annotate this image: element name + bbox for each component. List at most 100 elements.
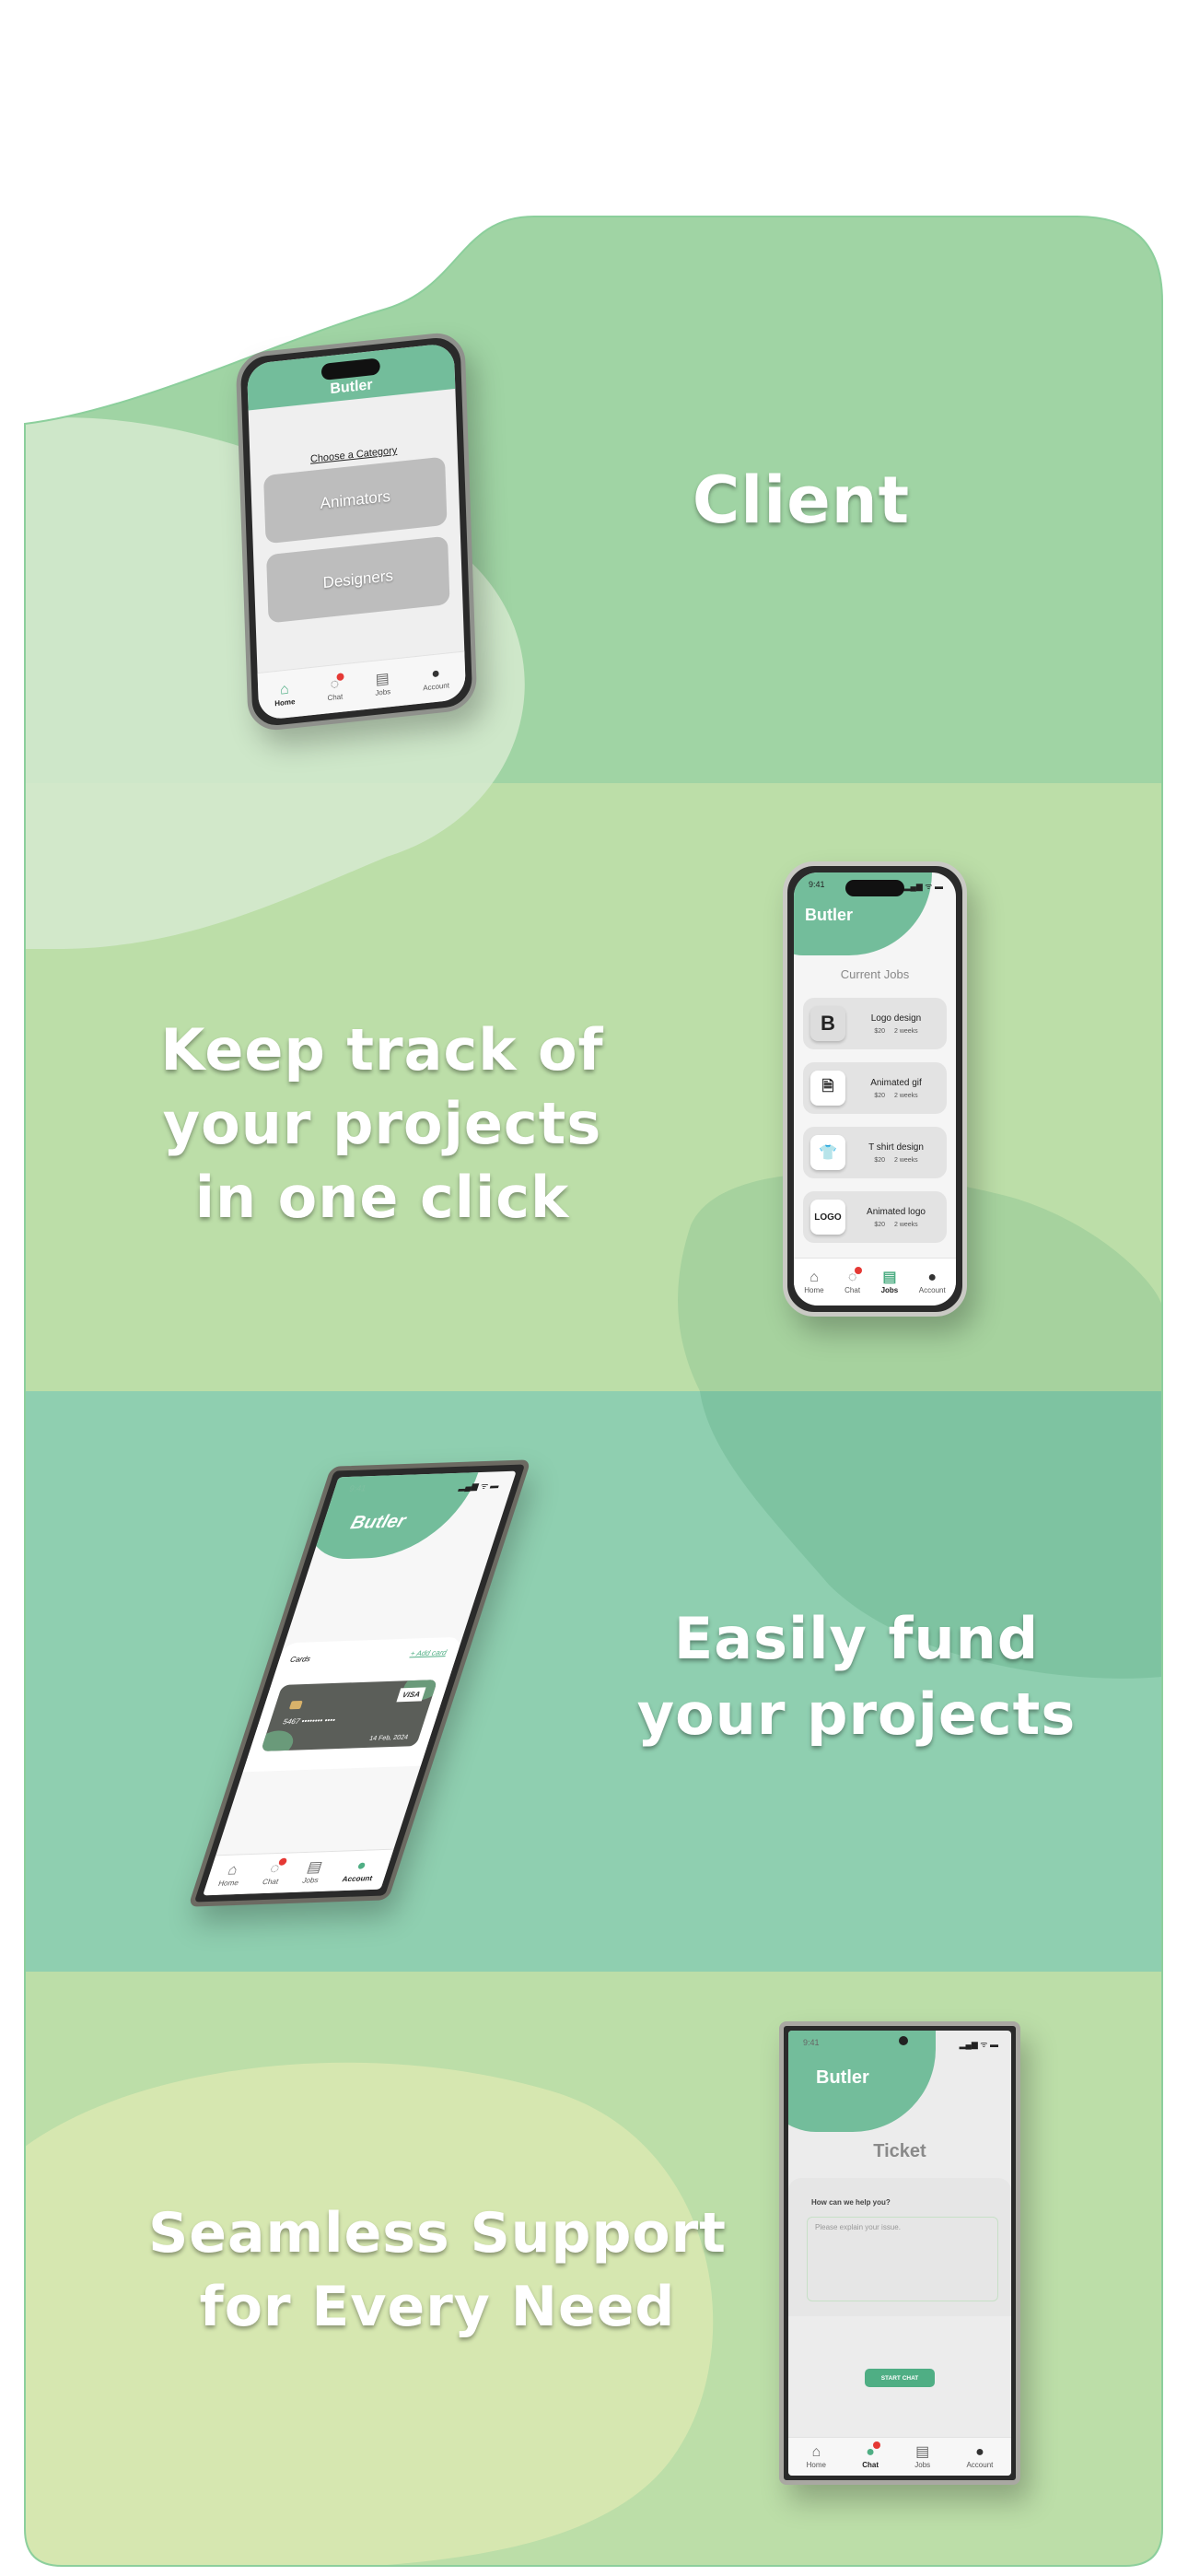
jobs-icon: ▤ [375, 671, 390, 688]
job-price: $20 [874, 1221, 885, 1228]
status-icons: ▂▄▆ ᯤ ▬ [959, 2040, 998, 2049]
phone-client: Butler Choose a Category Animators Desig… [235, 330, 478, 733]
job-price: $20 [874, 1156, 885, 1164]
account-icon: ● [975, 2444, 984, 2460]
ticket-title: Ticket [873, 2141, 926, 2161]
category-label: Designers [322, 567, 394, 592]
status-time: 9:41 [809, 880, 825, 889]
headline-fund: Easily fund your projects [608, 1601, 1105, 1752]
tab-account[interactable]: ● Account [422, 664, 449, 692]
card-number: 5467 •••••••• •••• [281, 1715, 337, 1727]
job-card[interactable]: B Logo design $20 2 weeks [803, 998, 947, 1049]
job-thumbnail: LOGO [810, 1200, 845, 1235]
jobs-icon: ▤ [882, 1270, 897, 1285]
job-thumbnail: B [810, 1006, 845, 1041]
tab-chat[interactable]: ◌ Chat [327, 673, 344, 703]
phone-jobs: 9:41 ▂▄▆ ᯤ ▬ Butler Current Jobs B Logo de… [783, 861, 967, 1317]
tab-label: Home [216, 1879, 240, 1888]
brand-title: Butler [816, 2067, 869, 2088]
home-icon: ⌂ [811, 2444, 821, 2460]
tab-label: Chat [327, 692, 344, 703]
job-name: T shirt design [868, 1142, 924, 1153]
tab-label: Chat [844, 1286, 861, 1294]
headline-line: Keep track of [160, 1016, 604, 1083]
headline-support: Seamless Support for Every Need [120, 2196, 755, 2344]
job-card[interactable]: 🗎 Animated gif $20 2 weeks [803, 1062, 947, 1114]
job-card[interactable]: LOGO Animated logo $20 2 weeks [803, 1191, 947, 1243]
issue-textarea[interactable]: Please explain your issue. [807, 2217, 998, 2301]
job-price: $20 [874, 1092, 885, 1099]
tab-bar: ⌂ Home ◌ Chat ▤ Jobs ● Account [203, 1848, 394, 1896]
category-label: Animators [320, 486, 391, 512]
tab-label: Chat [261, 1877, 280, 1887]
headline-track: Keep track of your projects in one click [111, 1013, 654, 1235]
card-decoration [260, 1729, 297, 1751]
tab-home[interactable]: ⌂ Home [804, 1270, 823, 1294]
headline-line: for Every Need [199, 2275, 676, 2339]
account-icon: ● [927, 1270, 938, 1285]
cards-label: Cards [288, 1655, 312, 1664]
visa-logo: VISA [396, 1687, 426, 1703]
tab-jobs[interactable]: ▤ Jobs [301, 1859, 325, 1885]
chat-icon: ◌ [267, 1857, 288, 1878]
job-duration: 2 weeks [894, 1156, 918, 1164]
tab-home[interactable]: ⌂ Home [274, 681, 295, 708]
brand-title: Butler [347, 1511, 409, 1534]
start-chat-button[interactable]: START CHAT [865, 2369, 935, 2387]
category-designers[interactable]: Designers [266, 535, 450, 624]
credit-card[interactable]: VISA 5467 •••••••• •••• 14 Feb, 2024 [260, 1680, 438, 1751]
job-duration: 2 weeks [894, 1027, 918, 1035]
tab-label: Account [423, 681, 450, 693]
tab-jobs[interactable]: ▤ Jobs [375, 671, 391, 697]
chat-icon: ◌ [848, 1267, 863, 1286]
add-card-link[interactable]: + Add card [409, 1648, 448, 1657]
tab-jobs[interactable]: ▤ Jobs [881, 1270, 899, 1294]
headline-line: Easily fund [673, 1605, 1040, 1672]
tab-jobs[interactable]: ▤ Jobs [914, 2444, 930, 2469]
tab-chat[interactable]: ◌ Chat [261, 1857, 288, 1887]
tab-chat[interactable]: ● Chat [862, 2441, 880, 2469]
tab-bar: ⌂ Home ● Chat ▤ Jobs ● Account [788, 2437, 1011, 2476]
job-name: Logo design [870, 1013, 922, 1024]
account-icon: ● [354, 1857, 369, 1874]
status-icons: ▂▄▆ ᯤ ▬ [458, 1481, 501, 1492]
tab-account[interactable]: ● Account [919, 1270, 946, 1294]
dynamic-island [845, 880, 904, 896]
job-price: $20 [874, 1027, 885, 1035]
headline-client: Client [692, 463, 911, 538]
phone-support: 9:41 ▂▄▆ ᯤ ▬ Butler Ticket How can we hel… [779, 2021, 1020, 2485]
category-animators[interactable]: Animators [263, 456, 448, 544]
job-duration: 2 weeks [894, 1092, 918, 1099]
card-date: 14 Feb, 2024 [367, 1734, 409, 1742]
tab-home[interactable]: ⌂ Home [217, 1862, 245, 1888]
account-icon: ● [431, 665, 441, 683]
status-icons: ▂▄▆ ᯤ ▬ [903, 882, 943, 891]
tab-label: Home [806, 2461, 826, 2469]
chat-icon: ◌ [330, 673, 344, 694]
headline-line: your projects [162, 1090, 602, 1157]
headline-line: Seamless Support [148, 2201, 727, 2266]
job-card[interactable]: 👕 T shirt design $20 2 weeks [803, 1127, 947, 1178]
home-icon: ⌂ [279, 681, 289, 698]
brand-title: Butler [805, 906, 854, 924]
tab-chat[interactable]: ◌ Chat [844, 1267, 863, 1294]
tab-bar: ⌂ Home ◌ Chat ▤ Jobs ● Account [257, 650, 467, 721]
headline-line: your projects [636, 1680, 1077, 1748]
job-name: Animated logo [867, 1206, 926, 1217]
chip-icon [288, 1700, 303, 1710]
tab-home[interactable]: ⌂ Home [807, 2444, 826, 2469]
tab-label: Jobs [375, 687, 391, 697]
tab-account[interactable]: ● Account [966, 2444, 993, 2469]
tab-bar: ⌂ Home ◌ Chat ▤ Jobs ● Account [794, 1258, 956, 1306]
home-icon: ⌂ [226, 1862, 240, 1879]
tab-label: Jobs [880, 1286, 899, 1294]
tab-label: Account [341, 1874, 374, 1884]
job-name: Animated gif [870, 1077, 922, 1088]
headline-line: in one click [194, 1164, 570, 1231]
tab-label: Chat [862, 2461, 879, 2469]
home-icon: ⌂ [809, 1270, 819, 1285]
job-thumbnail: 👕 [810, 1135, 845, 1170]
tab-account[interactable]: ● Account [341, 1857, 379, 1884]
section-title: Current Jobs [840, 967, 910, 981]
status-time: 9:41 [348, 1483, 367, 1493]
